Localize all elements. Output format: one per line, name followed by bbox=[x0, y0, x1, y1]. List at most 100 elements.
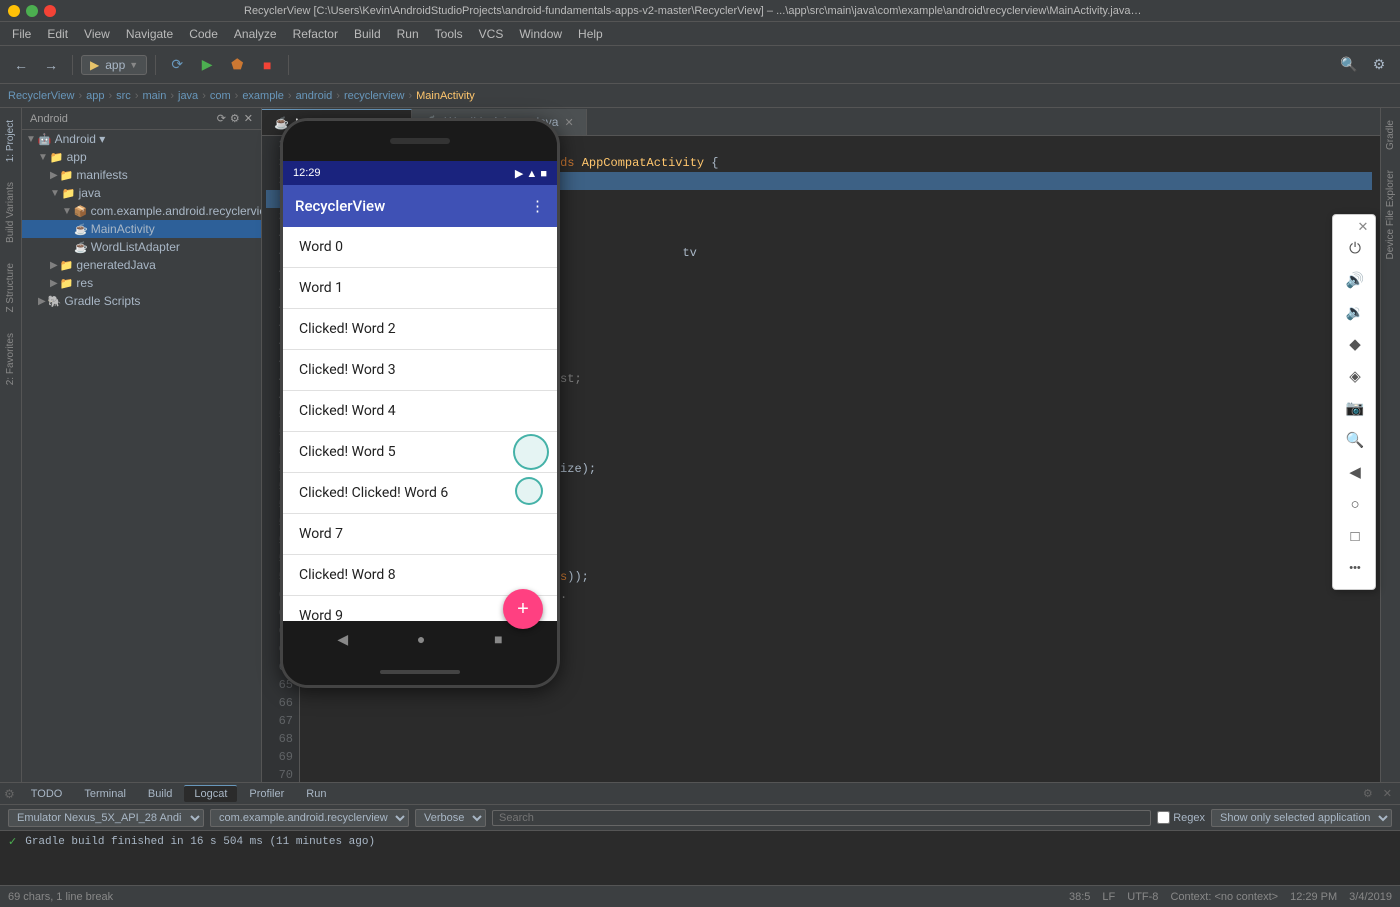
ctx-volume-up-btn[interactable]: 🔊 bbox=[1337, 265, 1373, 295]
filter-select[interactable]: Show only selected application bbox=[1211, 809, 1392, 827]
tree-manifests[interactable]: ▶ 📁 manifests bbox=[22, 166, 261, 184]
phone-menu-icon[interactable]: ⋮ bbox=[530, 197, 545, 215]
search-everywhere-btn[interactable]: 🔍 bbox=[1336, 52, 1362, 78]
status-date: 3/4/2019 bbox=[1349, 891, 1392, 903]
menu-run[interactable]: Run bbox=[389, 25, 427, 43]
tree-app[interactable]: ▼ 📁 app bbox=[22, 148, 261, 166]
menu-refactor[interactable]: Refactor bbox=[285, 25, 346, 43]
phone-bottom-bezel bbox=[283, 657, 557, 687]
sidebar-sync-icon[interactable]: ⟳ bbox=[217, 112, 226, 125]
vtab-favorites[interactable]: 2: Favorites bbox=[3, 325, 18, 393]
device-file-explorer-tab[interactable]: Device File Explorer bbox=[1383, 162, 1398, 267]
package-select[interactable]: com.example.android.recyclerview bbox=[210, 809, 409, 827]
menu-file[interactable]: File bbox=[4, 25, 39, 43]
tree-android-root[interactable]: ▼ 🤖 Android ▾ bbox=[22, 130, 261, 148]
bc-java[interactable]: java bbox=[178, 90, 198, 102]
vtab-structure[interactable]: Z Structure bbox=[3, 255, 18, 320]
vtab-project[interactable]: 1: Project bbox=[3, 112, 18, 170]
menu-navigate[interactable]: Navigate bbox=[118, 25, 181, 43]
bc-src[interactable]: src bbox=[116, 90, 131, 102]
vtab-build-variants[interactable]: Build Variants bbox=[3, 174, 18, 251]
arrow-icon: ▶ bbox=[50, 260, 58, 271]
toolbar-sep3 bbox=[288, 55, 289, 75]
menu-build[interactable]: Build bbox=[346, 25, 389, 43]
list-item[interactable]: Word 7 bbox=[283, 514, 557, 555]
list-item[interactable]: Word 0 bbox=[283, 227, 557, 268]
gradle-tab[interactable]: Gradle bbox=[1383, 112, 1398, 158]
ctx-recents-btn[interactable]: □ bbox=[1337, 521, 1373, 551]
ctx-zoom-btn[interactable]: 🔍 bbox=[1337, 425, 1373, 455]
tree-mainactivity[interactable]: ☕ MainActivity bbox=[22, 220, 261, 238]
sidebar-gear-icon[interactable]: ⚙ bbox=[230, 112, 240, 125]
toolbar-forward-btn[interactable]: → bbox=[38, 52, 64, 78]
phone-app-title: RecyclerView bbox=[295, 197, 385, 215]
nav-home-btn[interactable]: ● bbox=[417, 631, 425, 647]
tree-java[interactable]: ▼ 📁 java bbox=[22, 184, 261, 202]
bottom-close-icon[interactable]: ✕ bbox=[1379, 787, 1396, 800]
bc-com[interactable]: com bbox=[210, 90, 231, 102]
chevron-down-icon: ▼ bbox=[129, 60, 138, 70]
ctx-more-btn[interactable]: ••• bbox=[1337, 553, 1373, 583]
bc-app[interactable]: app bbox=[86, 90, 104, 102]
sync-btn[interactable]: ⟳ bbox=[164, 52, 190, 78]
bc-android[interactable]: android bbox=[296, 90, 333, 102]
list-item[interactable]: Clicked! Word 3 bbox=[283, 350, 557, 391]
tree-package[interactable]: ▼ 📦 com.example.android.recyclerview bbox=[22, 202, 261, 220]
menu-tools[interactable]: Tools bbox=[427, 25, 471, 43]
settings-btn[interactable]: ⚙ bbox=[1366, 52, 1392, 78]
regex-checkbox[interactable] bbox=[1157, 811, 1170, 824]
tab-close-icon[interactable]: ✕ bbox=[564, 116, 573, 129]
bc-mainactivity[interactable]: MainActivity bbox=[416, 90, 475, 102]
list-item[interactable]: Word 1 bbox=[283, 268, 557, 309]
list-item[interactable]: Clicked! Word 5 bbox=[283, 432, 557, 473]
ctx-home-btn[interactable]: ○ bbox=[1337, 489, 1373, 519]
bc-main[interactable]: main bbox=[142, 90, 166, 102]
fab-button[interactable]: + bbox=[503, 589, 543, 629]
list-item[interactable]: Clicked! Word 4 bbox=[283, 391, 557, 432]
left-vertical-tabs: 1: Project Build Variants Z Structure 2:… bbox=[0, 108, 22, 782]
ctx-camera-btn[interactable]: 📷 bbox=[1337, 393, 1373, 423]
menu-help[interactable]: Help bbox=[570, 25, 611, 43]
folder-icon: 📁 bbox=[60, 277, 74, 290]
toolbar-back-btn[interactable]: ← bbox=[8, 52, 34, 78]
context-menu-close[interactable]: ✕ bbox=[1355, 219, 1371, 235]
debug-btn[interactable]: ⬟ bbox=[224, 52, 250, 78]
menu-view[interactable]: View bbox=[76, 25, 118, 43]
folder-icon: 📁 bbox=[62, 187, 76, 200]
maximize-button[interactable] bbox=[26, 5, 38, 17]
minimize-button[interactable] bbox=[8, 5, 20, 17]
bc-recyclerview[interactable]: RecyclerView bbox=[8, 90, 74, 102]
ctx-back-btn[interactable]: ◀ bbox=[1337, 457, 1373, 487]
logcat-search-input[interactable] bbox=[492, 810, 1151, 826]
list-item[interactable]: Clicked! Clicked! Word 6 bbox=[283, 473, 557, 514]
emulator-select[interactable]: Emulator Nexus_5X_API_28 Andi bbox=[8, 809, 204, 827]
phone-emulator: 12:29 ▶ ▲ ■ RecyclerView ⋮ Word 0 Word 1… bbox=[280, 118, 560, 688]
bottom-settings-icon[interactable]: ⚙ bbox=[1359, 787, 1377, 800]
menu-analyze[interactable]: Analyze bbox=[226, 25, 285, 43]
menu-edit[interactable]: Edit bbox=[39, 25, 76, 43]
menu-code[interactable]: Code bbox=[181, 25, 226, 43]
folder-icon: 📦 bbox=[74, 205, 88, 218]
close-button[interactable] bbox=[44, 5, 56, 17]
run-btn[interactable]: ▶ bbox=[194, 52, 220, 78]
tree-gradle-scripts[interactable]: ▶ 🐘 Gradle Scripts bbox=[22, 292, 261, 310]
bc-example[interactable]: example bbox=[242, 90, 284, 102]
ctx-erase-btn[interactable]: ◈ bbox=[1337, 361, 1373, 391]
ctx-power-btn[interactable]: ⏻ bbox=[1337, 233, 1373, 263]
stop-btn[interactable]: ■ bbox=[254, 52, 280, 78]
bc-recyclerview2[interactable]: recyclerview bbox=[344, 90, 405, 102]
menu-window[interactable]: Window bbox=[511, 25, 570, 43]
ctx-tag-btn[interactable]: ◆ bbox=[1337, 329, 1373, 359]
tree-wordlistadapter[interactable]: ☕ WordListAdapter bbox=[22, 238, 261, 256]
nav-recents-btn[interactable]: ■ bbox=[494, 631, 502, 647]
tree-generatedjava[interactable]: ▶ 📁 generatedJava bbox=[22, 256, 261, 274]
ctx-volume-down-btn[interactable]: 🔉 bbox=[1337, 297, 1373, 327]
sidebar-close-icon[interactable]: ✕ bbox=[244, 112, 253, 125]
list-item[interactable]: Clicked! Word 2 bbox=[283, 309, 557, 350]
tree-res[interactable]: ▶ 📁 res bbox=[22, 274, 261, 292]
nav-back-btn[interactable]: ◀ bbox=[337, 631, 348, 648]
log-level-select[interactable]: Verbose bbox=[415, 809, 486, 827]
menu-vcs[interactable]: VCS bbox=[471, 25, 512, 43]
tree-label: Android ▾ bbox=[55, 132, 106, 146]
run-config-dropdown[interactable]: ▶ app ▼ bbox=[81, 55, 147, 75]
